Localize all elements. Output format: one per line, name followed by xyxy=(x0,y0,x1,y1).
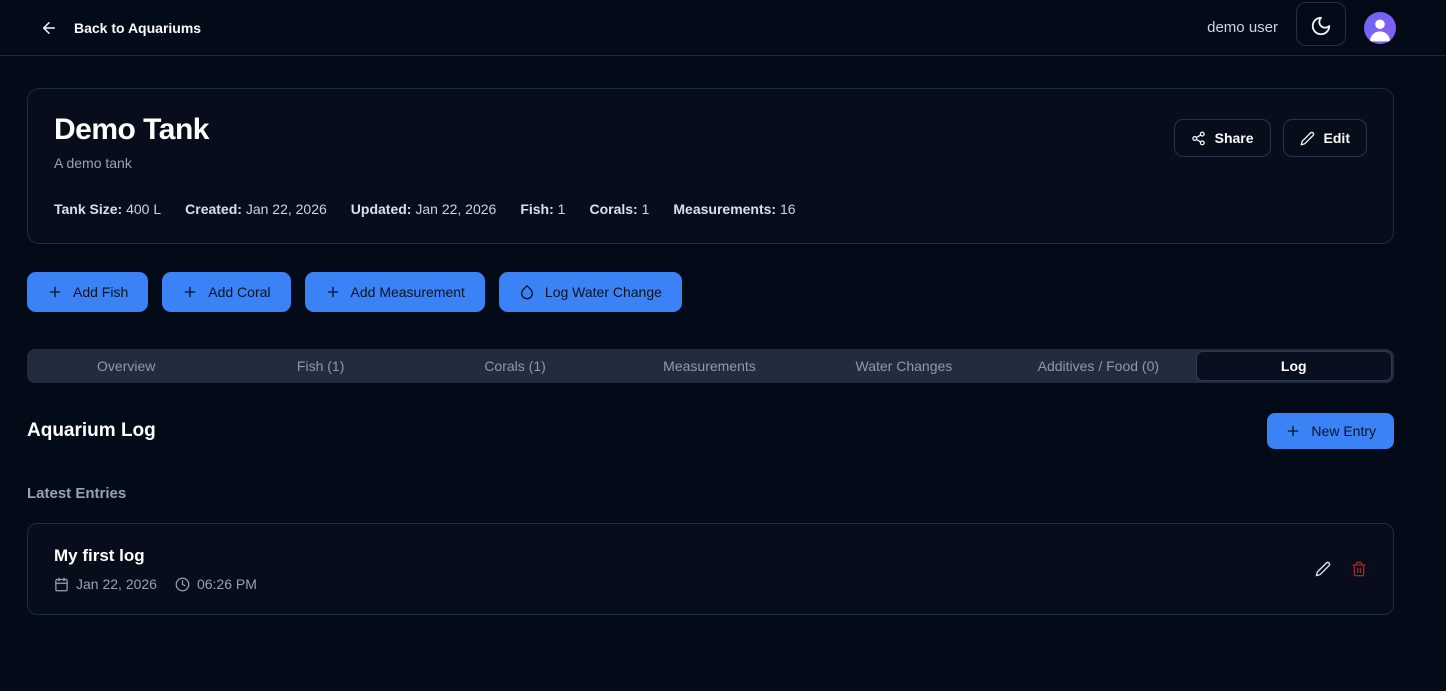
tank-heading-group: Demo Tank A demo tank xyxy=(54,113,209,171)
log-water-change-button[interactable]: Log Water Change xyxy=(499,272,682,312)
new-entry-button[interactable]: New Entry xyxy=(1267,413,1394,449)
tab-corals[interactable]: Corals (1) xyxy=(418,351,612,381)
quick-actions-row: Add Fish Add Coral Add Measurement Log W… xyxy=(27,272,1394,312)
stat-tank-size: Tank Size: 400 L xyxy=(54,201,161,217)
tank-subtitle: A demo tank xyxy=(54,155,209,171)
arrow-left-icon xyxy=(40,19,58,37)
add-coral-button[interactable]: Add Coral xyxy=(162,272,290,312)
droplet-icon xyxy=(519,284,535,300)
stat-fish: Fish: 1 xyxy=(520,201,565,217)
log-entry-title: My first log xyxy=(54,546,257,566)
log-entry-actions xyxy=(1315,561,1367,577)
add-measurement-label: Add Measurement xyxy=(351,284,465,300)
log-section-title: Aquarium Log xyxy=(27,420,156,442)
plus-icon xyxy=(182,284,198,300)
log-water-change-label: Log Water Change xyxy=(545,284,662,300)
log-entry-info: My first log Jan 22, 2026 06:26 PM xyxy=(54,546,257,592)
user-icon xyxy=(1364,12,1396,44)
log-entry-meta: Jan 22, 2026 06:26 PM xyxy=(54,576,257,592)
pencil-icon xyxy=(1300,131,1315,146)
share-button-label: Share xyxy=(1215,130,1254,146)
plus-icon xyxy=(1285,423,1301,439)
add-coral-label: Add Coral xyxy=(208,284,270,300)
edit-button-label: Edit xyxy=(1324,130,1350,146)
user-avatar[interactable] xyxy=(1364,12,1396,44)
stat-corals: Corals: 1 xyxy=(589,201,649,217)
tab-bar: Overview Fish (1) Corals (1) Measurement… xyxy=(27,349,1394,383)
new-entry-label: New Entry xyxy=(1311,423,1376,439)
log-entry-date: Jan 22, 2026 xyxy=(54,576,157,592)
plus-icon xyxy=(47,284,63,300)
tab-water-changes[interactable]: Water Changes xyxy=(807,351,1001,381)
add-measurement-button[interactable]: Add Measurement xyxy=(305,272,485,312)
add-fish-label: Add Fish xyxy=(73,284,128,300)
add-fish-button[interactable]: Add Fish xyxy=(27,272,148,312)
tank-stats: Tank Size: 400 L Created: Jan 22, 2026 U… xyxy=(54,201,1367,217)
tab-measurements[interactable]: Measurements xyxy=(612,351,806,381)
latest-entries-title: Latest Entries xyxy=(27,485,1394,502)
log-section-header: Aquarium Log New Entry xyxy=(27,413,1394,449)
stat-updated: Updated: Jan 22, 2026 xyxy=(351,201,497,217)
trash-icon xyxy=(1351,561,1367,577)
top-bar-right: demo user xyxy=(1207,10,1396,46)
tab-additives-food[interactable]: Additives / Food (0) xyxy=(1001,351,1195,381)
share-icon xyxy=(1191,131,1206,146)
delete-entry-button[interactable] xyxy=(1351,561,1367,577)
user-name: demo user xyxy=(1207,19,1278,36)
log-entry-card[interactable]: My first log Jan 22, 2026 06:26 PM xyxy=(27,523,1394,615)
page-title: Demo Tank xyxy=(54,113,209,147)
main-content: Demo Tank A demo tank Share Edit xyxy=(0,56,1446,615)
back-link-label: Back to Aquariums xyxy=(74,20,201,36)
plus-icon xyxy=(325,284,341,300)
edit-button[interactable]: Edit xyxy=(1283,119,1367,157)
pencil-icon xyxy=(1315,561,1331,577)
back-link[interactable]: Back to Aquariums xyxy=(40,19,201,37)
share-button[interactable]: Share xyxy=(1174,119,1271,157)
stat-measurements: Measurements: 16 xyxy=(673,201,795,217)
tab-log[interactable]: Log xyxy=(1196,351,1392,381)
tank-summary-card: Demo Tank A demo tank Share Edit xyxy=(27,88,1394,244)
edit-entry-button[interactable] xyxy=(1315,561,1331,577)
clock-icon xyxy=(175,577,190,592)
moon-icon xyxy=(1310,15,1332,37)
tab-fish[interactable]: Fish (1) xyxy=(223,351,417,381)
tab-overview[interactable]: Overview xyxy=(29,351,223,381)
calendar-icon xyxy=(54,577,69,592)
stat-created: Created: Jan 22, 2026 xyxy=(185,201,327,217)
top-bar: Back to Aquariums demo user xyxy=(0,0,1446,56)
log-entry-time: 06:26 PM xyxy=(175,576,257,592)
theme-toggle-button[interactable] xyxy=(1296,2,1346,46)
